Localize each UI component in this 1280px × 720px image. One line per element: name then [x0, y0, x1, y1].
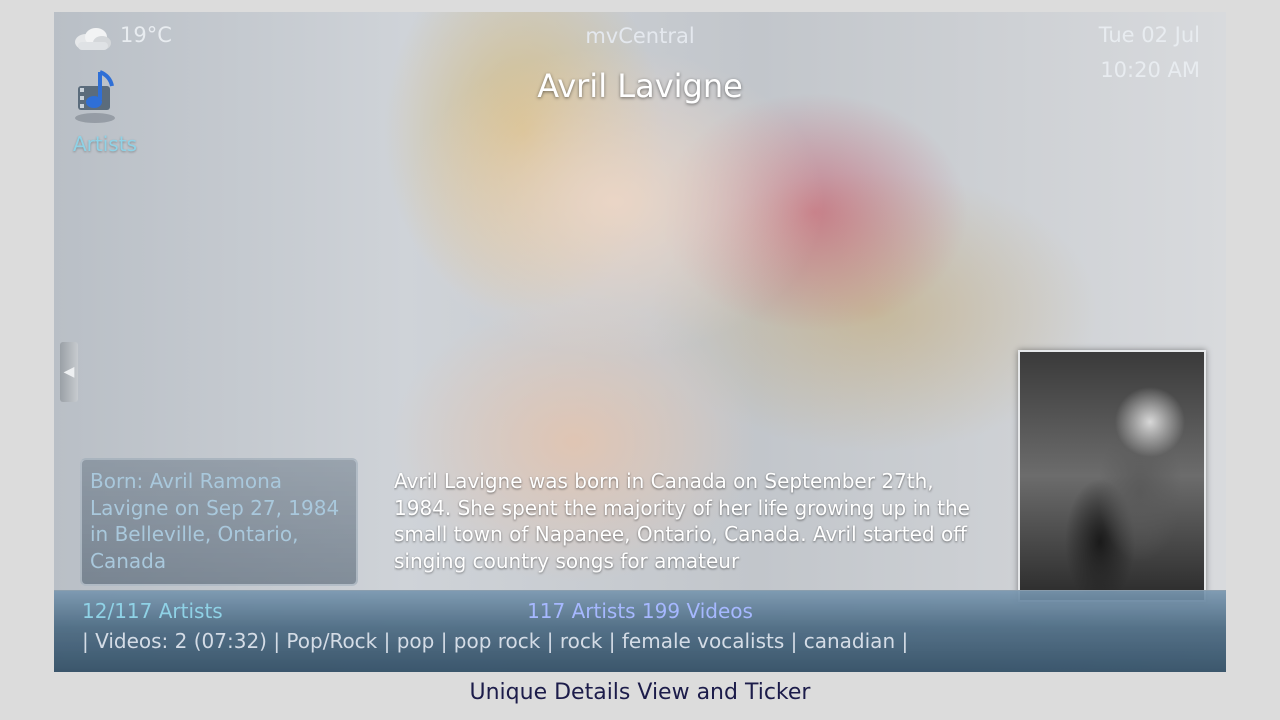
- section-label[interactable]: Artists: [73, 132, 137, 156]
- app-title: mvCentral: [585, 24, 695, 48]
- screenshot-caption: Unique Details View and Ticker: [469, 680, 811, 705]
- library-totals: 117 Artists 199 Videos: [527, 599, 753, 623]
- ticker-bar: 12/117 Artists 117 Artists 199 Videos | …: [54, 590, 1226, 672]
- left-arrow-icon[interactable]: ◀: [60, 342, 78, 402]
- date-readout: Tue 02 Jul: [1098, 23, 1200, 47]
- born-text: Born: Avril Ramona Lavigne on Sep 27, 19…: [90, 469, 340, 573]
- artist-thumbnail[interactable]: [1018, 350, 1206, 602]
- info-ticker: | Videos: 2 (07:32) | Pop/Rock | pop | p…: [82, 629, 909, 653]
- media-center-screen: 19°C mvCentral Tue 02 Jul 10:20 AM Artis…: [54, 12, 1226, 672]
- artist-biography: Avril Lavigne was born in Canada on Sept…: [394, 469, 970, 573]
- artist-title: Avril Lavigne: [537, 67, 743, 105]
- born-info-panel: Born: Avril Ramona Lavigne on Sep 27, 19…: [80, 458, 358, 586]
